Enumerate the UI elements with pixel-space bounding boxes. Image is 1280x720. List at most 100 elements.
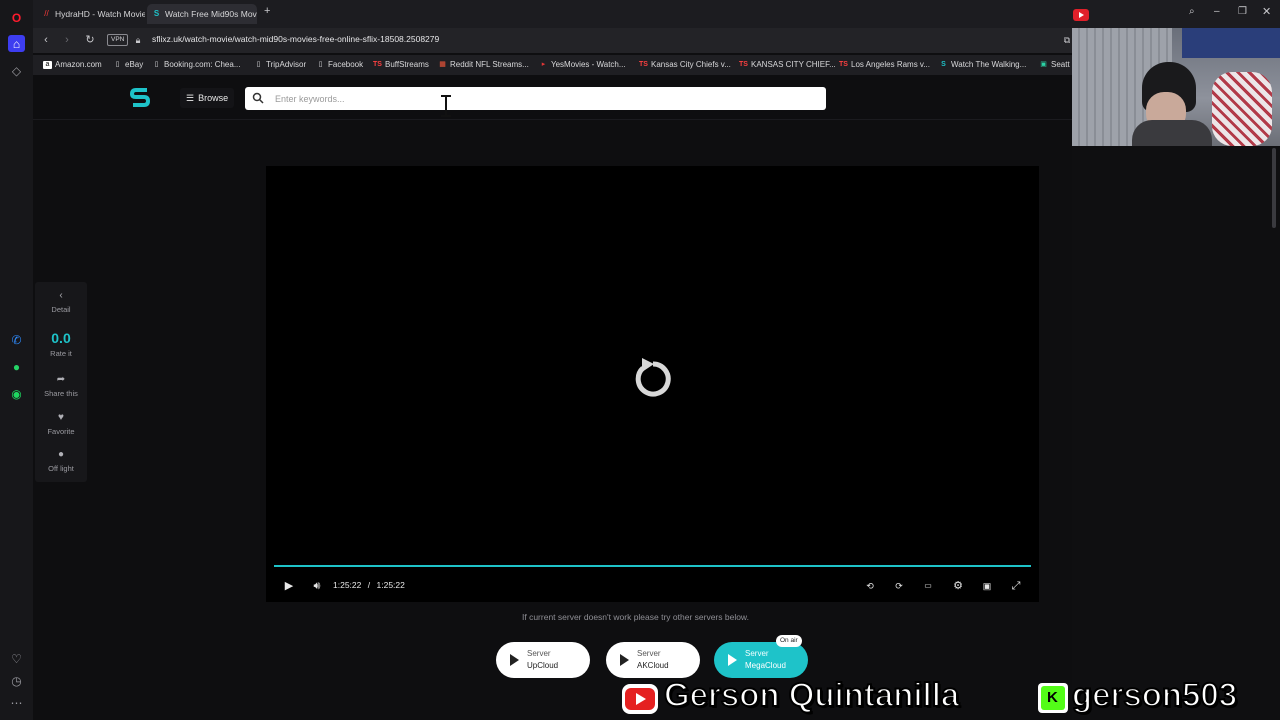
captions-icon[interactable]: ▭ (920, 578, 936, 594)
wall-lights (1182, 28, 1280, 58)
server-akcloud-button[interactable]: Server AKCloud (606, 642, 700, 678)
bookmark-chiefs-1[interactable]: TS Kansas City Chiefs v... (639, 58, 731, 72)
heart-sidebar-icon[interactable]: ♡ (8, 650, 25, 667)
server-message: If current server doesn't work please tr… (522, 612, 749, 622)
reddit-icon: ▦ (439, 61, 446, 68)
close-window-icon[interactable]: ✕ (1262, 5, 1271, 18)
vpn-badge[interactable]: VPN (107, 34, 129, 46)
volume-icon[interactable]: 🔊︎ (310, 578, 324, 594)
sflix-favicon: S (153, 9, 160, 18)
time-separator: / (367, 580, 371, 590)
text-cursor-icon (445, 96, 447, 116)
webcam-overlay (1072, 28, 1280, 146)
messenger-icon[interactable]: ✆ (8, 331, 25, 348)
share-icon: ➦ (56, 374, 66, 385)
bookmark-seattle[interactable]: ▣ Seatt (1039, 58, 1070, 72)
bookmark-amazon[interactable]: a Amazon.com (43, 58, 102, 72)
search-box[interactable] (245, 87, 826, 110)
youtube-extension-icon[interactable] (1073, 9, 1089, 21)
replay-icon[interactable] (630, 356, 676, 402)
ts-icon: TS (739, 61, 748, 68)
restore-icon[interactable]: ❐ (1238, 6, 1247, 17)
bookmark-facebook[interactable]: ▯ Facebook (316, 58, 364, 72)
green-icon: ▣ (1040, 61, 1047, 68)
tab-label: Watch Free Mid90s Movie (165, 9, 257, 19)
url-field[interactable]: sflixz.uk/watch-movie/watch-mid90s-movie… (152, 34, 439, 44)
bookmark-booking[interactable]: ▯ Booking.com: Chea... (152, 58, 241, 72)
ts-icon: TS (373, 61, 382, 68)
bulb-icon: ● (57, 449, 65, 460)
file-icon: ▯ (256, 61, 261, 68)
file-icon: ▯ (318, 61, 323, 68)
bookmark-tripadvisor[interactable]: ▯ TripAdvisor (254, 58, 307, 72)
bookmark-chiefs-2[interactable]: TS KANSAS CITY CHIEF... (739, 58, 836, 72)
time-total: 1:25:22 (376, 580, 405, 590)
server-megacloud-button[interactable]: Server MegaCloud On air (714, 635, 808, 678)
share-action[interactable]: ➦ Share this (35, 374, 87, 398)
page-content: ☰Browse ‹ Detail 0.0 Rate it ➦ Share thi… (33, 76, 1072, 720)
back-icon[interactable]: ‹ (39, 33, 53, 47)
play-icon[interactable]: ▶ (282, 578, 296, 594)
yesmovies-icon: ▸ (541, 61, 546, 68)
bookmark-walking-dead[interactable]: S Watch The Walking... (939, 58, 1026, 72)
new-tab-button[interactable]: + (264, 5, 270, 17)
time-current: 1:25:22 (333, 580, 362, 590)
movie-actions-panel: ‹ Detail 0.0 Rate it ➦ Share this ♥ Favo… (35, 282, 87, 482)
more-icon[interactable]: ⋯ (8, 694, 25, 711)
on-air-badge: On air (776, 635, 802, 647)
chevron-left-icon: ‹ (59, 290, 63, 301)
video-player[interactable]: ▶ 🔊︎ 1:25:22 / 1:25:22 ⟲ ⟳ ▭ ⚙ ▣ ⤢ (266, 166, 1039, 602)
server-upcloud-button[interactable]: Server UpCloud (496, 642, 590, 678)
page-scrollbar[interactable] (1272, 148, 1276, 228)
search-input[interactable] (275, 90, 815, 107)
bookmark-ebay[interactable]: ▯ eBay (113, 58, 144, 72)
kick-channel-name: gerson503 (1071, 675, 1238, 714)
progress-bar[interactable] (274, 565, 1031, 567)
detail-action[interactable]: ‹ Detail (35, 290, 87, 314)
bookmark-rams[interactable]: TS Los Angeles Rams v... (839, 58, 930, 72)
minimize-icon[interactable]: – (1214, 6, 1220, 17)
spotify-icon[interactable]: ◉ (8, 385, 25, 402)
settings-gear-icon[interactable]: ⚙ (950, 578, 966, 594)
pin-icon[interactable]: ◇ (8, 62, 25, 79)
bookmark-yesmovies[interactable]: ▸ YesMovies - Watch... (539, 58, 626, 72)
sflix-icon: S (941, 61, 946, 68)
heart-icon: ♥ (58, 412, 64, 423)
opera-sidebar: O ⌂ ◇ ✆ ● ◉ ♡ ◷ ⋯ (0, 0, 33, 720)
tab-label: HydraHD - Watch Movie (55, 9, 145, 19)
whatsapp-icon[interactable]: ● (8, 358, 25, 375)
forward-10-icon[interactable]: ⟳ (891, 578, 907, 594)
fullscreen-icon[interactable]: ⤢ (1008, 578, 1024, 594)
rate-action[interactable]: 0.0 Rate it (35, 330, 87, 358)
amazon-icon: a (43, 61, 52, 69)
time-display: 1:25:22 / 1:25:22 (333, 580, 405, 590)
off-light-action[interactable]: ● Off light (35, 449, 87, 473)
browse-button[interactable]: ☰ Browse (180, 88, 235, 108)
tab-strip: // HydraHD - Watch Movie S Watch Free Mi… (33, 0, 1280, 28)
opera-logo-icon[interactable]: O (8, 9, 25, 26)
ts-icon: TS (639, 61, 648, 68)
home-icon[interactable]: ⌂ (8, 35, 25, 52)
menu-icon: ☰ (186, 93, 195, 103)
person-body (1132, 120, 1212, 146)
tab-sflix[interactable]: S Watch Free Mid90s Movie (147, 4, 257, 24)
history-icon[interactable]: ◷ (8, 672, 25, 689)
player-controls: ▶ 🔊︎ 1:25:22 / 1:25:22 ⟲ ⟳ ▭ ⚙ ▣ ⤢ (266, 571, 1039, 601)
pip-icon[interactable]: ▣ (979, 578, 995, 594)
play-icon (510, 654, 519, 666)
bookmark-buffstreams[interactable]: TS BuffStreams (373, 58, 429, 72)
youtube-channel-name: Gerson Quintanilla (663, 675, 960, 714)
ts-icon: TS (839, 61, 848, 68)
reload-icon[interactable]: ↻ (83, 33, 97, 47)
text-cursor-bottom (441, 115, 451, 117)
sflix-logo[interactable] (127, 85, 153, 111)
rewind-10-icon[interactable]: ⟲ (862, 578, 878, 594)
lock-icon[interactable]: 🔒︎ (131, 33, 145, 47)
forward-icon[interactable]: › (60, 33, 74, 47)
tab-hydrahd[interactable]: // HydraHD - Watch Movie (37, 4, 145, 24)
bookmark-reddit-nfl[interactable]: ▦ Reddit NFL Streams... (438, 58, 529, 72)
favorite-action[interactable]: ♥ Favorite (35, 412, 87, 436)
tab-search-icon[interactable]: ⌕ (1189, 6, 1195, 17)
rating-value: 0.0 (51, 330, 71, 346)
file-icon: ▯ (115, 61, 120, 68)
